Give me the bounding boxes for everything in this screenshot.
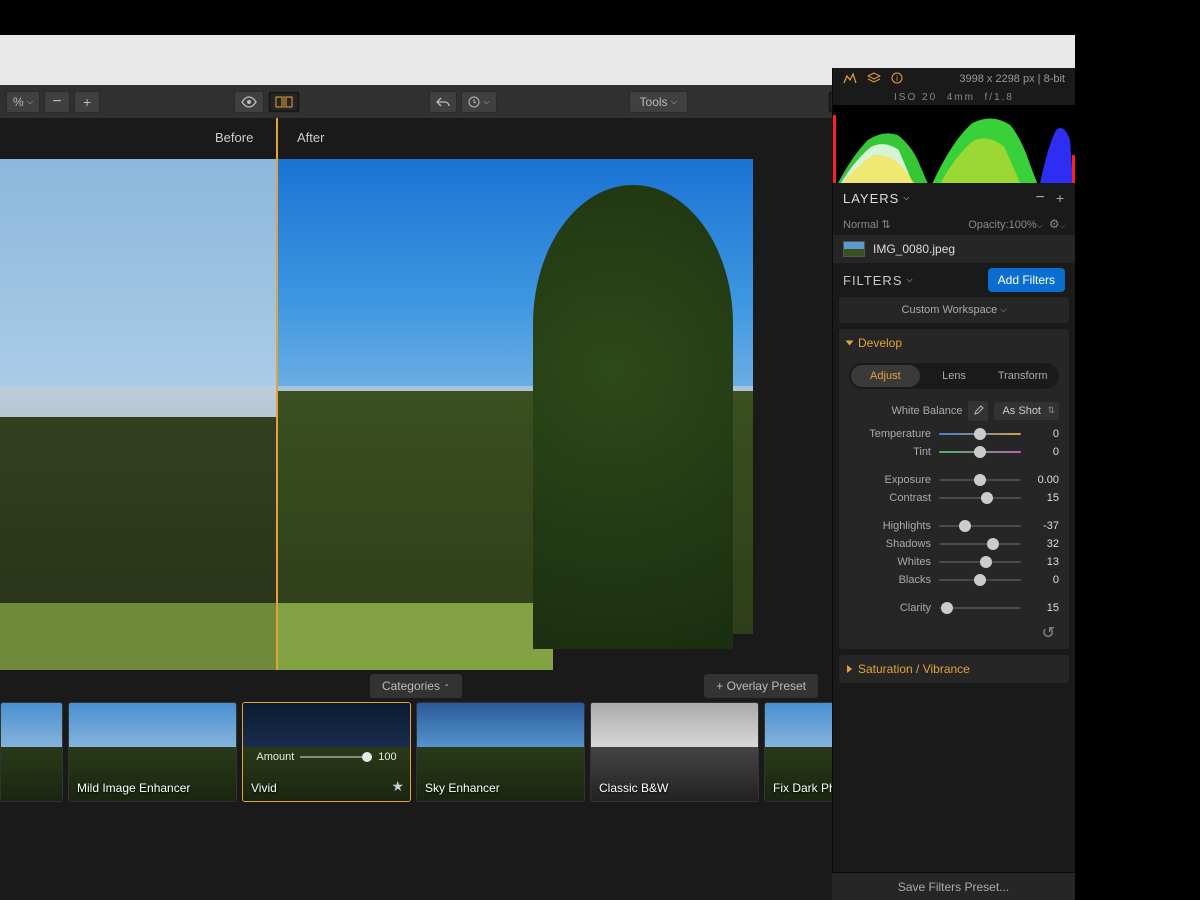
zoom-in-button[interactable]: +: [74, 91, 100, 113]
eyedropper-icon: [972, 405, 984, 417]
develop-header[interactable]: Develop: [839, 329, 1069, 357]
layer-opacity[interactable]: 100%: [1009, 219, 1037, 231]
histogram-icon[interactable]: [843, 72, 857, 87]
preset-amount-slider[interactable]: Amount 100: [243, 751, 410, 763]
undo-button[interactable]: [429, 91, 457, 113]
image-dimensions: 3998 x 2298 px: [959, 73, 1034, 85]
whites-slider[interactable]: [939, 561, 1021, 563]
quick-preview-button[interactable]: [234, 91, 264, 113]
camera-info: ISO 20 4mm f/1.8: [833, 90, 1075, 105]
image-canvas[interactable]: Before After: [0, 118, 832, 670]
blend-mode-dropdown[interactable]: Normal ⇅: [843, 218, 891, 231]
layer-name: IMG_0080.jpeg: [873, 242, 955, 256]
disclosure-icon: [847, 665, 852, 673]
eye-icon: [241, 96, 257, 108]
preset-label: Classic B&W: [599, 781, 668, 795]
undo-icon: [436, 96, 450, 108]
history-dropdown[interactable]: ⌵: [461, 91, 496, 113]
layer-thumbnail: [843, 241, 865, 257]
compare-button[interactable]: [268, 91, 300, 113]
temperature-slider[interactable]: [939, 433, 1021, 435]
wb-picker-button[interactable]: [968, 401, 988, 421]
preset-thumb[interactable]: [0, 702, 63, 802]
add-filters-button[interactable]: Add Filters: [988, 268, 1065, 292]
amount-value: 100: [378, 751, 396, 763]
star-icon[interactable]: ★: [391, 778, 404, 795]
develop-section: Develop Adjust Lens Transform White Bala…: [839, 329, 1069, 649]
tab-transform[interactable]: Transform: [988, 365, 1057, 387]
zoom-out-button[interactable]: −: [44, 91, 70, 113]
histogram[interactable]: [833, 105, 1075, 183]
layers-header[interactable]: LAYERS⌵ − +: [833, 183, 1075, 213]
preset-label: Fix Dark Photo: [773, 781, 832, 795]
filters-header[interactable]: FILTERS⌵: [843, 273, 914, 288]
temperature-row: Temperature 0: [839, 425, 1069, 443]
side-panel: i 3998 x 2298 px | 8-bit ISO 20 4mm f/1.…: [832, 68, 1075, 900]
tools-dropdown[interactable]: Tools ⌵: [629, 91, 688, 113]
highlights-slider[interactable]: [939, 525, 1021, 527]
bit-depth: 8-bit: [1044, 73, 1065, 85]
compare-splitter[interactable]: [276, 118, 278, 670]
compare-icon: [275, 96, 293, 108]
preset-thumb-sky[interactable]: Sky Enhancer: [416, 702, 585, 802]
shadows-slider[interactable]: [939, 543, 1021, 545]
saturation-section: Saturation / Vibrance: [839, 655, 1069, 683]
preset-label: Mild Image Enhancer: [77, 781, 190, 795]
save-preset-button[interactable]: Save Filters Preset...: [832, 872, 1075, 900]
develop-tabs: Adjust Lens Transform: [849, 363, 1059, 389]
preset-thumb-mild[interactable]: Mild Image Enhancer: [68, 702, 237, 802]
zoom-dropdown[interactable]: % ⌵: [6, 91, 40, 113]
contrast-slider[interactable]: [939, 497, 1021, 499]
preset-label: Vivid: [251, 781, 277, 795]
info-icon[interactable]: i: [891, 72, 903, 87]
clarity-slider[interactable]: [939, 607, 1021, 609]
preset-thumb-bw[interactable]: Classic B&W: [590, 702, 759, 802]
categories-dropdown[interactable]: Categories ⌃: [370, 674, 462, 698]
preset-thumb-fixdark[interactable]: Fix Dark Photo: [764, 702, 832, 802]
wb-mode-dropdown[interactable]: As Shot: [994, 402, 1059, 420]
preset-thumb-vivid[interactable]: Amount 100 Vivid ★: [242, 702, 411, 802]
layers-icon[interactable]: [867, 72, 881, 87]
overlay-preset-button[interactable]: + Overlay Preset: [704, 674, 818, 698]
tint-row: Tint 0: [839, 443, 1069, 461]
compare-image: [0, 159, 753, 670]
disclosure-icon: [846, 341, 854, 346]
reset-button[interactable]: ↺: [1042, 623, 1055, 643]
clock-icon: [468, 96, 480, 108]
exposure-slider[interactable]: [939, 479, 1021, 481]
saturation-header[interactable]: Saturation / Vibrance: [839, 655, 1069, 683]
preset-label: Sky Enhancer: [425, 781, 500, 795]
tab-adjust[interactable]: Adjust: [851, 365, 920, 387]
before-label: Before: [215, 130, 253, 145]
tint-slider[interactable]: [939, 451, 1021, 453]
tab-lens[interactable]: Lens: [920, 365, 989, 387]
gear-icon[interactable]: [1049, 219, 1060, 231]
workspace-dropdown[interactable]: Custom Workspace ⌵: [839, 297, 1069, 323]
after-label: After: [297, 130, 324, 145]
preset-filmstrip: Mild Image Enhancer Amount 100 Vivid ★ S…: [0, 702, 832, 822]
layer-item[interactable]: IMG_0080.jpeg: [833, 235, 1075, 263]
amount-label: Amount: [256, 751, 294, 763]
white-balance-label: White Balance: [892, 405, 963, 417]
svg-text:i: i: [896, 74, 898, 83]
blacks-slider[interactable]: [939, 579, 1021, 581]
